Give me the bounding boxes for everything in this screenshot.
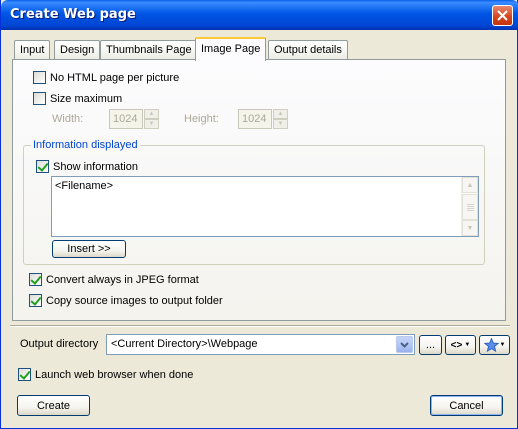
size-maximum-checkbox[interactable] bbox=[33, 92, 46, 105]
tab-image-page[interactable]: Image Page bbox=[195, 37, 267, 61]
height-value: 1024 bbox=[242, 113, 267, 125]
spin-down-icon[interactable]: ▼ bbox=[144, 119, 159, 129]
width-label: Width: bbox=[52, 113, 84, 125]
scroll-up-icon[interactable]: ▲ bbox=[462, 177, 478, 193]
launch-browser-label: Launch web browser when done bbox=[35, 369, 194, 381]
output-directory-value: <Current Directory>\Webpage bbox=[111, 338, 258, 350]
spin-up-icon[interactable]: ▲ bbox=[144, 109, 159, 119]
image-page-panel: No HTML page per picture Size maximum Wi… bbox=[12, 59, 506, 321]
tab-output-details[interactable]: Output details bbox=[268, 40, 348, 59]
launch-browser-checkbox[interactable] bbox=[18, 368, 31, 381]
create-web-page-dialog: Create Web page Input Design Thumbnails … bbox=[0, 0, 518, 429]
create-button[interactable]: Create bbox=[17, 395, 90, 416]
create-button-label: Create bbox=[36, 399, 71, 412]
convert-jpeg-label: Convert always in JPEG format bbox=[46, 274, 199, 286]
dropdown-arrow-icon: ▼ bbox=[499, 342, 506, 348]
no-html-page-checkbox[interactable] bbox=[33, 71, 46, 84]
scroll-down-icon[interactable]: ▼ bbox=[462, 220, 478, 236]
height-label: Height: bbox=[184, 113, 219, 125]
dropdown-arrow-icon: ▼ bbox=[464, 342, 471, 348]
tab-design[interactable]: Design bbox=[54, 40, 101, 59]
browse-button-label: ... bbox=[425, 339, 436, 351]
tags-menu-button[interactable]: <> ▼ bbox=[445, 335, 476, 355]
copy-source-label: Copy source images to output folder bbox=[46, 295, 223, 307]
width-input[interactable]: 1024 bbox=[109, 109, 143, 129]
information-textarea[interactable]: <Filename> ▲ ▼ bbox=[51, 176, 479, 237]
dropdown-arrow[interactable] bbox=[396, 336, 413, 353]
cancel-button[interactable]: Cancel bbox=[430, 395, 503, 416]
tab-label: Input bbox=[20, 44, 45, 56]
height-spinner[interactable]: ▲ ▼ bbox=[273, 109, 288, 129]
tab-label: Output details bbox=[274, 44, 342, 56]
window-title: Create Web page bbox=[10, 7, 136, 22]
favorites-button[interactable]: ▼ bbox=[479, 335, 510, 355]
tab-label: Design bbox=[60, 44, 95, 56]
convert-jpeg-checkbox[interactable] bbox=[29, 273, 42, 286]
width-value: 1024 bbox=[113, 113, 138, 125]
chevron-down-icon bbox=[400, 341, 409, 348]
browse-button[interactable]: ... bbox=[419, 335, 442, 355]
show-information-label: Show information bbox=[53, 161, 138, 173]
spin-up-icon[interactable]: ▲ bbox=[273, 109, 288, 119]
size-maximum-label: Size maximum bbox=[50, 93, 123, 105]
star-icon bbox=[483, 338, 499, 352]
information-displayed-title: Information displayed bbox=[31, 139, 140, 151]
information-text: <Filename> bbox=[55, 180, 114, 192]
tab-thumbnails-page[interactable]: Thumbnails Page bbox=[100, 40, 198, 59]
title-bar: Create Web page bbox=[1, 0, 518, 30]
show-information-checkbox[interactable] bbox=[36, 160, 49, 173]
close-button[interactable] bbox=[492, 5, 513, 26]
insert-button[interactable]: Insert >> bbox=[52, 240, 126, 258]
spin-down-icon[interactable]: ▼ bbox=[273, 119, 288, 129]
textarea-scrollbar[interactable]: ▲ ▼ bbox=[461, 177, 478, 236]
insert-button-label: Insert >> bbox=[67, 243, 111, 255]
width-spinner[interactable]: ▲ ▼ bbox=[144, 109, 159, 129]
copy-source-checkbox[interactable] bbox=[29, 294, 42, 307]
output-directory-label: Output directory bbox=[20, 338, 99, 350]
tab-label: Image Page bbox=[201, 43, 261, 55]
tab-input[interactable]: Input bbox=[14, 40, 51, 59]
no-html-page-label: No HTML page per picture bbox=[50, 72, 180, 84]
tab-label: Thumbnails Page bbox=[106, 44, 192, 56]
height-input[interactable]: 1024 bbox=[238, 109, 272, 129]
separator bbox=[10, 325, 510, 327]
output-directory-combobox[interactable]: <Current Directory>\Webpage bbox=[106, 334, 415, 355]
tags-button-label: <> bbox=[450, 339, 463, 351]
cancel-button-label: Cancel bbox=[449, 399, 484, 412]
scroll-thumb[interactable] bbox=[462, 194, 478, 220]
close-icon bbox=[497, 10, 508, 21]
